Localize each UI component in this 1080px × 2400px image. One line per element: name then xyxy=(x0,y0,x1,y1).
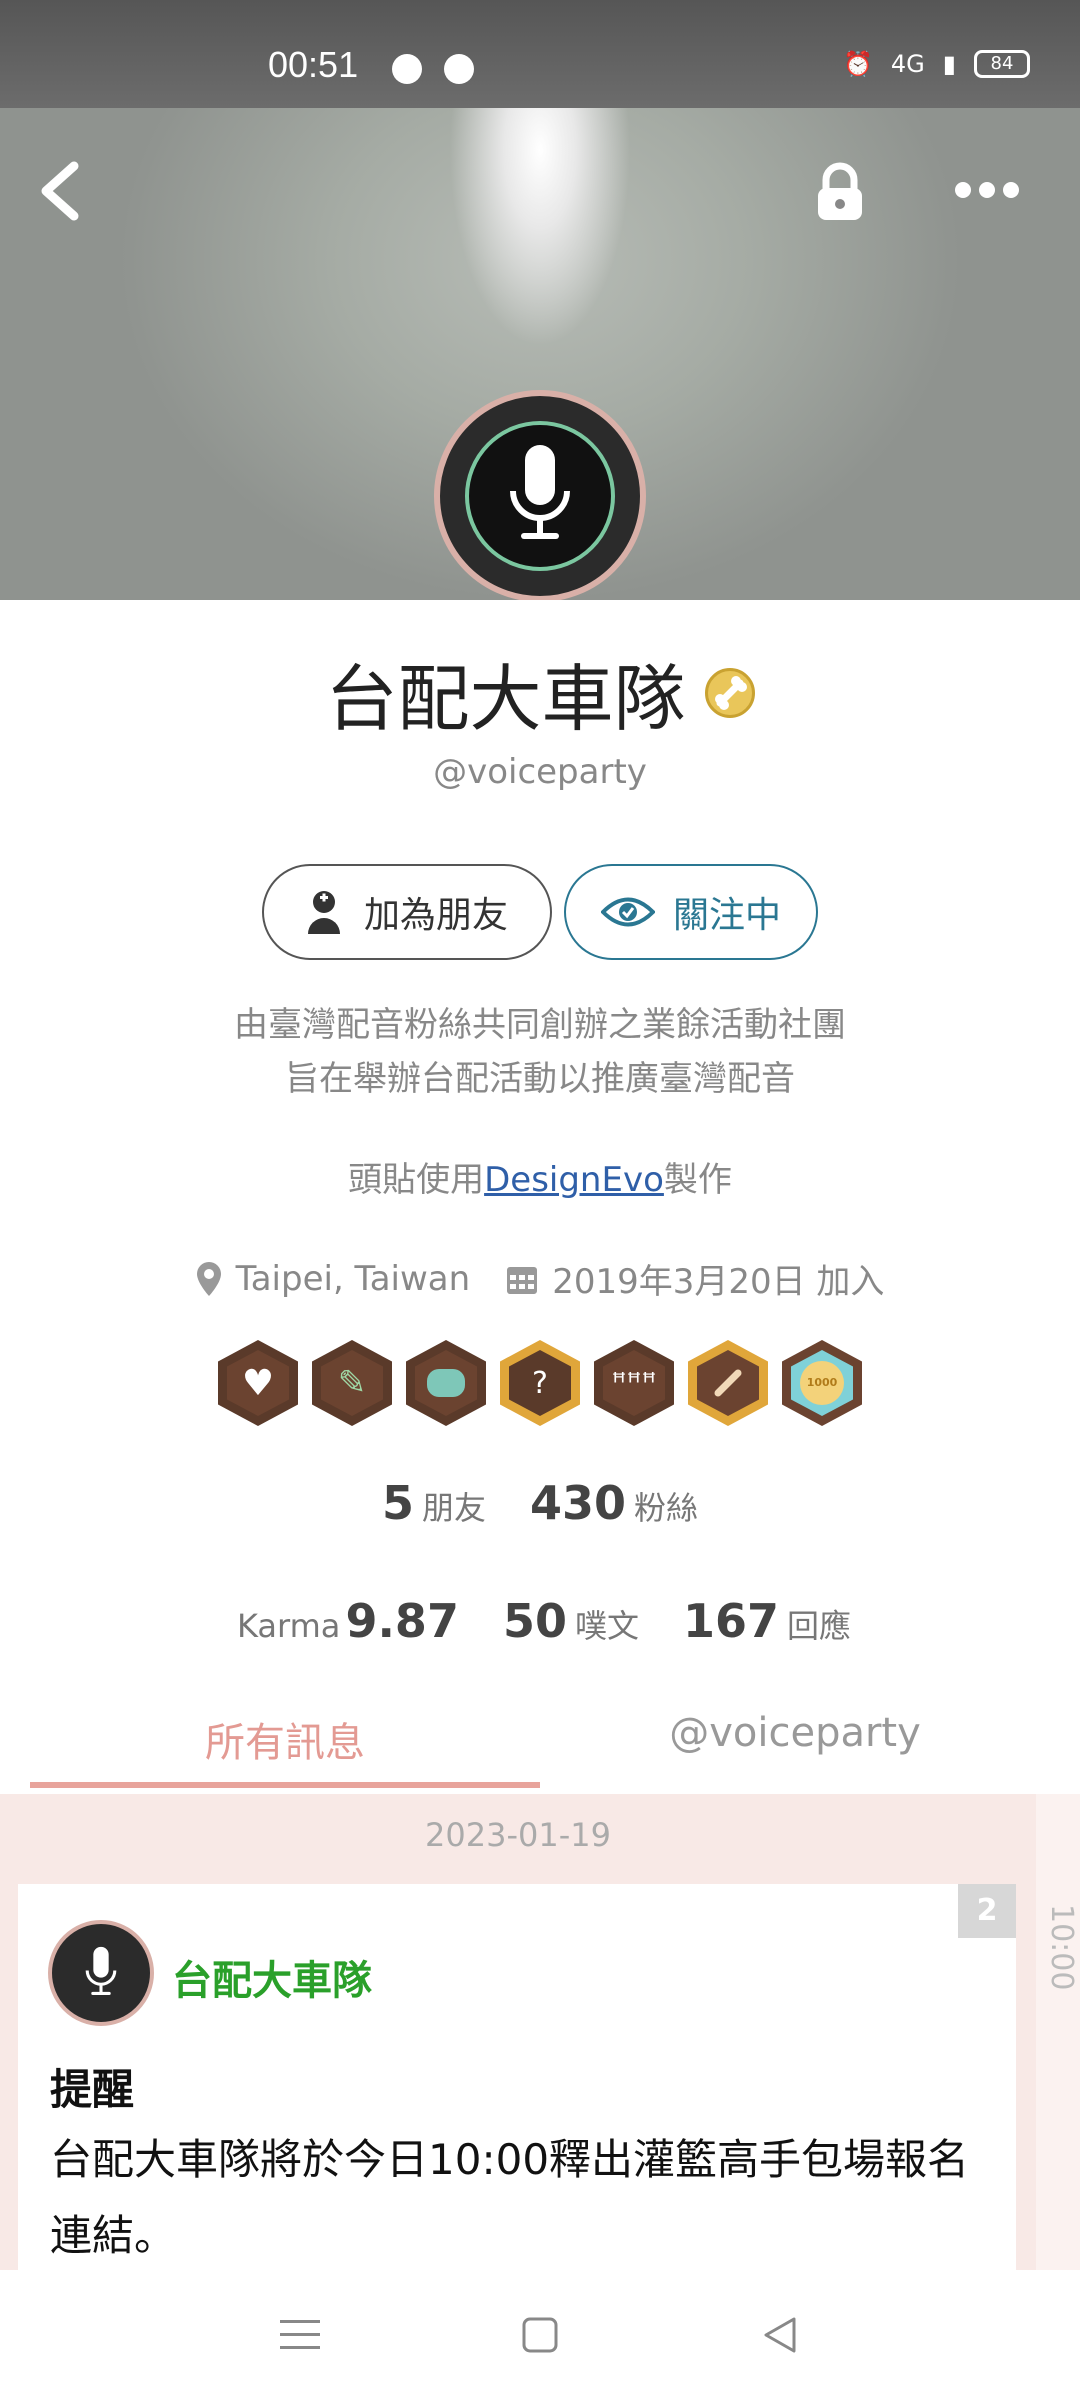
home-button[interactable] xyxy=(510,2305,570,2365)
bone-badge-icon xyxy=(704,667,755,718)
profile-handle: @voiceparty xyxy=(433,752,647,792)
status-time: 00:51 xyxy=(268,44,359,85)
back-nav-button[interactable] xyxy=(750,2305,810,2365)
response-count-badge: 2 xyxy=(958,1884,1016,1938)
microphone-icon xyxy=(510,445,570,539)
tab-all-messages[interactable]: 所有訊息 xyxy=(30,1710,540,1768)
bio-line: 旨在舉辦台配活動以推廣臺灣配音 xyxy=(285,1059,795,1099)
status-right: ⏰ 4G ▮ 84 xyxy=(843,50,1030,78)
network-label: 4G xyxy=(890,50,925,78)
timeline-tabs: 所有訊息 @voiceparty xyxy=(0,1710,1080,1790)
square-home-icon xyxy=(522,2317,558,2353)
more-options-button[interactable] xyxy=(955,175,1025,205)
post-title: 提醒 xyxy=(50,2065,135,2114)
replies-stat: 167 回應 xyxy=(683,1594,851,1648)
location-pin-icon xyxy=(196,1261,221,1296)
credit-prefix: 頭貼使用 xyxy=(348,1160,485,1200)
menu-icon xyxy=(280,2320,320,2349)
profile-avatar[interactable] xyxy=(434,390,646,600)
join-date-text: 2019年3月20日 加入 xyxy=(552,1262,885,1302)
social-stats: 5 朋友 430 粉絲 xyxy=(0,1476,1080,1530)
facebook-icon xyxy=(444,54,474,84)
microphone-icon xyxy=(85,1946,117,1995)
add-friend-button[interactable]: 加為朋友 xyxy=(262,864,552,960)
1000-badge-text: 1000 xyxy=(800,1361,844,1405)
add-friend-label: 加為朋友 xyxy=(363,895,508,936)
signal-icon: ▮ xyxy=(942,50,956,78)
microphone-logo xyxy=(465,421,615,571)
name-row: 台配大車隊 xyxy=(0,640,1080,745)
plurk-card[interactable]: 2 台配大車隊 提醒 台配大車隊將於今日10:00釋出灌籃高手包場報名連結。 xyxy=(18,1884,1016,2270)
triangle-back-icon xyxy=(764,2317,796,2353)
plurks-stat: 50 噗文 xyxy=(503,1594,639,1648)
plurks-label: 噗文 xyxy=(574,1607,639,1645)
dot-icon xyxy=(955,182,971,198)
chevron-left-icon xyxy=(41,161,79,221)
active-tab-indicator xyxy=(30,1782,540,1788)
profile-meta: Taipei, Taiwan 2019年3月20日 加入 xyxy=(0,1254,1080,1303)
question-badge-icon[interactable]: ? xyxy=(500,1340,580,1426)
fans-label: 粉絲 xyxy=(634,1489,699,1527)
location: Taipei, Taiwan xyxy=(196,1258,471,1299)
plurks-count: 50 xyxy=(502,1594,567,1648)
battery-indicator: 84 xyxy=(974,50,1030,78)
tab-own-posts[interactable]: @voiceparty xyxy=(540,1710,1050,1756)
messenger-icon xyxy=(392,54,422,84)
avatar-credit: 頭貼使用DesignEvo製作 xyxy=(0,1152,1080,1201)
replies-label: 回應 xyxy=(787,1607,852,1645)
add-user-icon xyxy=(307,891,340,934)
1000-badge-icon[interactable]: 1000 xyxy=(782,1340,862,1426)
back-button[interactable] xyxy=(30,158,90,224)
calendar-icon xyxy=(507,1266,538,1294)
following-label: 關注中 xyxy=(672,895,781,936)
timeline-time-rail: 10:00 xyxy=(1036,1794,1080,2270)
bone-badge-icon[interactable] xyxy=(688,1340,768,1426)
friends-count: 5 xyxy=(381,1476,414,1530)
join-date: 2019年3月20日 加入 xyxy=(506,1254,884,1303)
eye-icon xyxy=(600,897,655,927)
heart-badge-icon[interactable]: ♥ xyxy=(218,1340,298,1426)
designevo-link[interactable]: DesignEvo xyxy=(484,1160,664,1200)
profile-bio: 由臺灣配音粉絲共同創辦之業餘活動社團 旨在舉辦台配活動以推廣臺灣配音 xyxy=(0,998,1080,1106)
location-text: Taipei, Taiwan xyxy=(235,1258,471,1299)
group-badge-icon[interactable]: ꟸꟸꟸ xyxy=(594,1340,674,1426)
avatar[interactable] xyxy=(48,1920,154,2026)
post-time: 10:00 xyxy=(1044,1904,1079,1991)
chat-badge-icon[interactable] xyxy=(406,1340,486,1426)
karma-value: 9.87 xyxy=(345,1594,459,1648)
credit-suffix: 製作 xyxy=(663,1160,732,1200)
replies-count: 167 xyxy=(682,1594,780,1648)
pencil-badge-icon[interactable]: ✎ xyxy=(312,1340,392,1426)
activity-stats: Karma 9.87 50 噗文 167 回應 xyxy=(0,1594,1080,1648)
following-button[interactable]: 關注中 xyxy=(564,864,818,960)
alarm-icon: ⏰ xyxy=(843,50,873,78)
dot-icon xyxy=(1003,182,1019,198)
friends-label: 朋友 xyxy=(421,1489,486,1527)
timeline-date: 2023-01-19 xyxy=(425,1816,611,1854)
menu-button[interactable] xyxy=(270,2305,330,2365)
achievement-badges: ♥ ✎ ? ꟸꟸꟸ 1000 xyxy=(0,1340,1080,1426)
system-nav-bar xyxy=(0,2270,1080,2400)
profile-name: 台配大車隊 xyxy=(325,657,686,741)
dot-icon xyxy=(979,182,995,198)
status-bar: 00:51 ⏰ 4G ▮ 84 xyxy=(0,0,1080,108)
post-body: 台配大車隊將於今日10:00釋出灌籃高手包場報名連結。 xyxy=(50,2135,970,2260)
lock-icon xyxy=(818,162,862,220)
karma-stat: Karma 9.87 xyxy=(229,1594,459,1648)
fans-stat[interactable]: 430 粉絲 xyxy=(530,1476,698,1530)
karma-label: Karma xyxy=(236,1607,341,1645)
post-author[interactable]: 台配大車隊 xyxy=(172,1948,372,2006)
lock-button[interactable] xyxy=(810,160,870,226)
friends-stat[interactable]: 5 朋友 xyxy=(382,1476,486,1530)
fans-count: 430 xyxy=(529,1476,627,1530)
profile-cover: 00:51 ⏰ 4G ▮ 84 xyxy=(0,0,1080,600)
bio-line: 由臺灣配音粉絲共同創辦之業餘活動社團 xyxy=(234,1005,846,1045)
